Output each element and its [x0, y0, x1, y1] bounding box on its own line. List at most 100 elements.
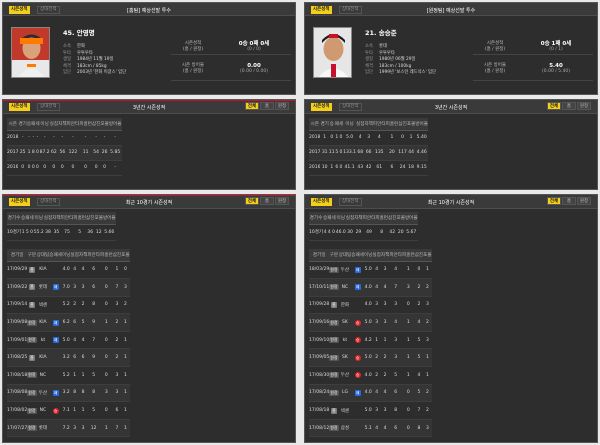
table-cell: 66: [364, 145, 373, 161]
table-cell: [49, 296, 62, 315]
table-cell: 4.0: [363, 384, 373, 403]
column-header: 경기수: [309, 212, 324, 225]
table-row[interactable]: 17/07/27 원정 롯데 7.2 3 3 12 1 7 1: [7, 419, 130, 438]
filter-all[interactable]: 전체: [245, 102, 259, 110]
table-cell: 18/03/29: [309, 261, 330, 280]
table-cell: 원정: [27, 313, 37, 332]
table-header-row: 경기수 승 패 세 이닝 실점 자책 피안타 피홈런 삼진 포볼 방어율: [7, 212, 116, 225]
table-cell: 17/09/14: [7, 296, 28, 315]
table-cell: -: [58, 130, 67, 146]
table-cell: 7.1: [61, 401, 71, 420]
table-cell: 2: [380, 366, 390, 385]
table-cell: 4: [70, 261, 79, 280]
table-cell: 승: [49, 401, 62, 420]
table-row[interactable]: 18/03/29 원정 두산 패 5.0 4 3 4 1 0 1: [309, 261, 432, 280]
table-cell: 원정: [27, 384, 37, 403]
column-header: 피안타: [87, 249, 101, 262]
win-badge-icon: 승: [354, 372, 361, 379]
filter-away[interactable]: 원정: [577, 102, 591, 110]
table-cell: 17/08/18: [7, 366, 28, 385]
table-cell: 30: [345, 224, 355, 241]
table-cell: 3: [372, 401, 381, 420]
table-row[interactable]: 17/08/24 원정 LG 패 4.0 4 4 6 0 5 2: [309, 384, 432, 403]
table-row[interactable]: 17/09/16 원정 SK 승 5.0 3 3 4 1 4 2: [309, 313, 432, 332]
table-cell: 2: [414, 296, 424, 315]
filter-all[interactable]: 전체: [547, 102, 561, 110]
filter-all[interactable]: 전체: [245, 197, 259, 205]
column-header: 경기일: [309, 249, 330, 262]
last10-games-table: 경기일 구분 상대팀 승패세 이닝 실점 자책 피안타 피홈런 삼진 포볼 17/09/29 홈 KIA 4…: [7, 249, 130, 438]
table-cell: 4: [389, 261, 403, 280]
table-row[interactable]: 17/08/02 원정 NC 승 7.1 1 1 5 0 6 1: [7, 401, 130, 420]
table-header-row: 경기일 구분 상대팀 승패세 이닝 실점 자책 피안타 피홈런 삼진 포볼: [7, 249, 130, 262]
loss-badge-icon: 패: [52, 319, 59, 326]
last10-filters: 전체 홈 원정: [546, 197, 591, 205]
table-row[interactable]: 17/08/18 원정 NC 5.2 1 1 5 0 3 1: [7, 366, 130, 385]
filter-home[interactable]: 홈: [260, 102, 274, 110]
table-cell: 0: [414, 261, 424, 280]
table-row[interactable]: 17/09/29 홈 KIA 4.0 4 4 6 0 1 0: [7, 261, 130, 280]
table-cell: 0: [100, 401, 113, 420]
filter-away[interactable]: 원정: [275, 197, 289, 205]
table-cell: 원정: [329, 348, 339, 368]
table-cell: 8: [70, 384, 79, 403]
table-row[interactable]: 17/09/28 홈 한화 4.0 3 3 3 0 2 3: [309, 296, 432, 315]
table-row[interactable]: 17/09/05 원정 SK 승 5.0 2 2 3 1 5 1: [309, 348, 432, 368]
table-cell: 1: [100, 313, 113, 332]
table-cell: 0: [66, 160, 80, 176]
table-row[interactable]: 17/08/12 원정 삼성 5.1 4 4 6 0 8 3: [309, 419, 432, 438]
table-cell: 5.1: [363, 419, 373, 438]
loss-badge-icon: 패: [52, 389, 59, 396]
home-last10-panel: 시즌성적 상대전적 최근 10경기 시즌성적 전체 홈 원정 경기수 승 패 세 이닝 실점 자…: [2, 194, 296, 443]
table-cell: 17/08/12: [309, 419, 330, 438]
table-row[interactable]: 17/08/25 홈 KIA 3.2 6 6 9 0 2 1: [7, 348, 130, 368]
table-cell: 26: [100, 145, 109, 161]
table-cell: [49, 261, 62, 280]
table-cell: 3: [112, 296, 122, 315]
table-cell: -: [39, 130, 50, 146]
table-row[interactable]: 17/09/10 원정 kt 승 4.2 1 1 3 1 5 3: [309, 331, 432, 350]
table-row[interactable]: 17/08/18 홈 넥센 5.0 3 3 8 0 7 2: [309, 401, 432, 420]
table-cell: 원정: [329, 366, 339, 385]
column-header: 경기수: [7, 212, 22, 225]
red-divider: [3, 100, 295, 101]
column-header: 피안타: [389, 249, 403, 262]
table-row[interactable]: 17/09/14 홈 넥센 5.2 2 2 8 0 3 2: [7, 296, 130, 315]
table-cell: 0: [402, 296, 415, 315]
table-cell: 36: [86, 224, 95, 241]
home-away-tag: 원정: [27, 372, 37, 379]
table-row[interactable]: 17/08/08 원정 두산 패 3.2 8 8 8 3 3 1: [7, 384, 130, 403]
table-cell: KIA: [36, 313, 50, 332]
table-cell: 2: [423, 278, 432, 297]
column-header: 포볼: [100, 118, 109, 131]
table-cell: 17/09/05: [309, 348, 330, 368]
table-cell: 5: [414, 331, 424, 350]
filter-all[interactable]: 전체: [547, 197, 561, 205]
table-cell: 3: [78, 419, 88, 438]
table-cell: 5.2: [61, 296, 71, 315]
table-cell: 9: [87, 313, 101, 332]
table-cell: 0: [39, 160, 50, 176]
table-cell: 3: [121, 278, 130, 297]
table-row[interactable]: 17/10/11 원정 NC 패 4.0 4 4 7 3 2 2: [309, 278, 432, 297]
table-cell: 8: [87, 296, 101, 315]
filter-home[interactable]: 홈: [562, 197, 576, 205]
table-row[interactable]: 17/09/01 원정 kt 패 5.0 4 4 7 0 2 1: [7, 331, 130, 350]
column-header: 피홈런: [375, 212, 389, 225]
season-era-row: 시즌 방어율 (홈 / 원정) 5.40 (0.00 / 5.40): [473, 61, 593, 81]
table-cell: 0: [121, 261, 130, 280]
table-row[interactable]: 17/08/30 원정 두산 승 4.0 2 2 5 1 4 1: [309, 366, 432, 385]
filter-home[interactable]: 홈: [562, 102, 576, 110]
home-three-year-panel: 시즌성적 상대전적 3년간 시즌성적 전체 홈 원정 시즌 경기 승 패 세 이닝 실점 자책 피안…: [2, 99, 296, 190]
table-cell: 4: [380, 384, 390, 403]
table-row[interactable]: 17/09/08 원정 KIA 패 6.2 6 5 9 1 2 1: [7, 313, 130, 332]
table-row[interactable]: 17/09/22 홈 롯데 패 7.0 3 3 6 0 7 3: [7, 278, 130, 297]
filter-away[interactable]: 원정: [577, 197, 591, 205]
filter-home[interactable]: 홈: [260, 197, 274, 205]
table-cell: 29: [354, 224, 363, 241]
home-away-tag: 홈: [29, 284, 35, 291]
table-cell: 4: [372, 130, 386, 146]
table-cell: -: [108, 130, 122, 146]
table-cell: 1: [121, 401, 130, 420]
filter-away[interactable]: 원정: [275, 102, 289, 110]
